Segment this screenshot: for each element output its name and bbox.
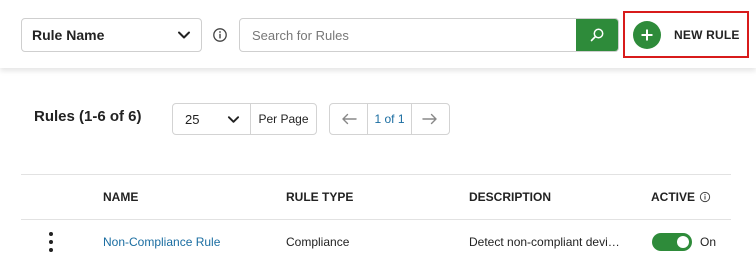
rule-field-select[interactable]: Rule Name — [21, 18, 202, 52]
search-input[interactable] — [240, 19, 578, 51]
rule-type-cell: Compliance — [286, 235, 350, 249]
per-page-control: 25 Per Page — [172, 103, 317, 135]
arrow-left-icon — [341, 113, 357, 125]
search-button[interactable] — [576, 19, 618, 51]
rule-field-select-value: Rule Name — [32, 27, 105, 43]
per-page-select[interactable]: 25 — [173, 104, 251, 134]
search-box — [239, 18, 619, 52]
per-page-value: 25 — [185, 111, 200, 127]
info-icon[interactable] — [212, 27, 228, 43]
active-status-label: On — [700, 235, 717, 249]
column-header-rule-type[interactable]: RULE TYPE — [286, 175, 353, 219]
info-icon[interactable] — [699, 191, 711, 203]
new-rule-label: NEW RULE — [674, 27, 740, 42]
per-page-label: Per Page — [258, 112, 309, 126]
column-header-active[interactable]: ACTIVE — [651, 175, 711, 219]
previous-page-button[interactable] — [330, 104, 367, 134]
table-row: Non-Compliance Rule Compliance Detect no… — [21, 220, 731, 263]
rule-description-cell: Detect non-compliant devices — [469, 235, 624, 249]
chevron-down-icon — [178, 31, 190, 39]
rule-name-link[interactable]: Non-Compliance Rule — [103, 220, 220, 263]
next-page-button[interactable] — [412, 104, 449, 134]
pagination: 1 of 1 — [329, 103, 450, 135]
column-header-name[interactable]: NAME — [103, 175, 138, 219]
arrow-right-icon — [422, 113, 438, 125]
table-header: NAME RULE TYPE DESCRIPTION ACTIVE — [21, 174, 731, 220]
kebab-menu-icon[interactable] — [47, 232, 55, 252]
column-header-description[interactable]: DESCRIPTION — [469, 175, 551, 219]
rules-count-title: Rules (1-6 of 6) — [34, 108, 142, 125]
new-rule-button[interactable]: NEW RULE — [623, 11, 749, 58]
page-indicator[interactable]: 1 of 1 — [367, 104, 412, 134]
rules-table: NAME RULE TYPE DESCRIPTION ACTIVE Non-Co… — [21, 174, 731, 263]
active-toggle[interactable] — [652, 233, 692, 251]
filter-bar: Rule Name NEW RULE — [0, 0, 756, 68]
plus-icon — [633, 20, 661, 49]
search-icon — [590, 28, 604, 42]
column-header-active-label: ACTIVE — [651, 190, 696, 204]
chevron-down-icon — [227, 116, 240, 123]
